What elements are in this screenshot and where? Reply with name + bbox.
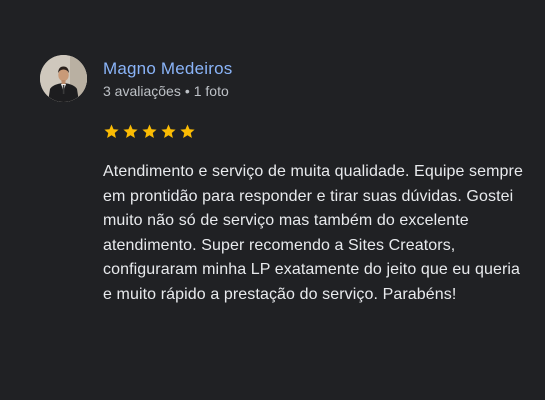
review-card: Magno Medeiros 3 avaliações • 1 foto Atend… xyxy=(0,0,545,400)
star-icon xyxy=(104,124,119,138)
profile-photo-icon xyxy=(40,55,87,102)
star-icon xyxy=(123,124,138,138)
photos-count: 1 foto xyxy=(193,83,229,99)
author-meta: 3 avaliações • 1 foto xyxy=(103,83,229,99)
star-icon xyxy=(180,124,195,138)
star-icon xyxy=(142,124,157,138)
avatar[interactable] xyxy=(40,55,87,102)
star-icon xyxy=(161,124,176,138)
reviews-count: 3 avaliações xyxy=(103,83,181,99)
review-text: Atendimento e serviço de muita qualidade… xyxy=(103,163,523,303)
author-name[interactable]: Magno Medeiros xyxy=(103,59,232,79)
star-rating xyxy=(103,123,196,140)
meta-separator: • xyxy=(184,83,190,99)
